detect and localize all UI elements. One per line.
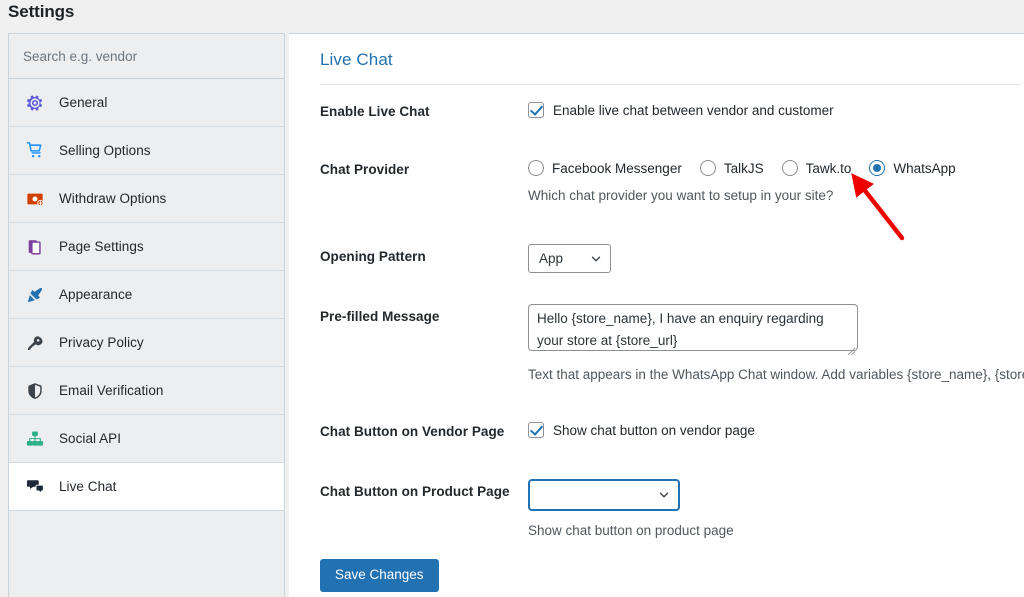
opening-pattern-value: App xyxy=(539,251,564,266)
title-divider xyxy=(320,84,1020,85)
gear-icon xyxy=(25,93,45,113)
prefilled-message-field: Text that appears in the WhatsApp Chat w… xyxy=(528,304,1024,386)
chat-bubbles-icon xyxy=(25,477,45,497)
key-icon xyxy=(25,333,45,353)
sidebar-item-label: Selling Options xyxy=(59,143,151,158)
radio-tawk-to[interactable]: Tawk.to xyxy=(781,160,852,176)
sidebar-item-social-api[interactable]: Social API xyxy=(9,415,284,463)
row-label: Chat Provider xyxy=(320,162,410,177)
radio-whatsapp[interactable]: WhatsApp xyxy=(869,160,956,176)
chat-button-product-select[interactable] xyxy=(528,479,680,511)
section-title: Live Chat xyxy=(320,50,393,69)
chevron-down-icon xyxy=(590,253,602,265)
brush-icon xyxy=(25,285,45,305)
pages-icon xyxy=(25,237,45,257)
chevron-down-icon xyxy=(658,489,670,501)
prefilled-message-textarea-wrap xyxy=(528,304,858,356)
chat-button-vendor-checkbox[interactable] xyxy=(528,422,544,438)
sidebar-item-selling-options[interactable]: Selling Options xyxy=(9,127,284,175)
row-label: Enable Live Chat xyxy=(320,104,430,119)
radio-label: WhatsApp xyxy=(893,160,956,176)
sidebar-item-privacy-policy[interactable]: Privacy Policy xyxy=(9,319,284,367)
opening-pattern-select[interactable]: App xyxy=(528,244,611,273)
settings-main-panel: Live Chat Enable Live Chat Enable live c… xyxy=(289,33,1024,597)
row-label: Opening Pattern xyxy=(320,249,426,264)
radio-talkjs[interactable]: TalkJS xyxy=(699,160,764,176)
enable-live-chat-checkbox-label: Enable live chat between vendor and cust… xyxy=(553,102,834,118)
radio-input[interactable] xyxy=(781,160,798,176)
settings-sidebar: General Selling Options xyxy=(8,33,285,597)
chat-button-vendor-checkbox-label: Show chat button on vendor page xyxy=(553,422,755,438)
radio-input[interactable] xyxy=(528,160,544,176)
prefilled-message-helper: Text that appears in the WhatsApp Chat w… xyxy=(528,367,1024,382)
withdraw-icon xyxy=(25,189,45,209)
sidebar-search[interactable] xyxy=(9,34,284,79)
chat-button-product-helper: Show chat button on product page xyxy=(528,523,734,538)
enable-live-chat-checkbox[interactable] xyxy=(528,102,544,118)
chat-provider-helper: Which chat provider you want to setup in… xyxy=(528,188,834,203)
chat-button-product-field: Show chat button on product page xyxy=(528,479,734,542)
radio-label: Tawk.to xyxy=(805,160,852,176)
sidebar-item-withdraw-options[interactable]: Withdraw Options xyxy=(9,175,284,223)
enable-live-chat-checkbox-wrap[interactable]: Enable live chat between vendor and cust… xyxy=(528,102,834,118)
sidebar-item-label: General xyxy=(59,95,108,110)
shield-icon xyxy=(25,381,45,401)
page-title: Settings xyxy=(8,2,75,21)
sidebar-item-general[interactable]: General xyxy=(9,79,284,127)
sidebar-item-label: Email Verification xyxy=(59,383,164,398)
network-icon xyxy=(25,429,45,449)
sidebar-item-email-verification[interactable]: Email Verification xyxy=(9,367,284,415)
sidebar-item-live-chat[interactable]: Live Chat xyxy=(9,463,284,511)
row-label: Chat Button on Product Page xyxy=(320,484,510,499)
sidebar-item-label: Appearance xyxy=(59,287,133,302)
sidebar-item-page-settings[interactable]: Page Settings xyxy=(9,223,284,271)
radio-input[interactable] xyxy=(699,160,716,176)
search-input[interactable] xyxy=(23,48,263,64)
chat-button-vendor-checkbox-wrap[interactable]: Show chat button on vendor page xyxy=(528,422,755,438)
chat-provider-field: Facebook Messenger TalkJS Tawk.to WhatsA… xyxy=(528,160,956,207)
cart-icon xyxy=(25,141,45,161)
sidebar-item-label: Live Chat xyxy=(59,479,117,494)
prefilled-message-textarea[interactable] xyxy=(528,304,858,351)
sidebar-item-label: Withdraw Options xyxy=(59,191,167,206)
sidebar-item-label: Privacy Policy xyxy=(59,335,144,350)
row-label: Pre-filled Message xyxy=(320,309,440,324)
radio-label: Facebook Messenger xyxy=(552,160,682,176)
radio-input[interactable] xyxy=(869,160,886,176)
sidebar-item-appearance[interactable]: Appearance xyxy=(9,271,284,319)
radio-facebook-messenger[interactable]: Facebook Messenger xyxy=(528,160,682,176)
sidebar-item-label: Social API xyxy=(59,431,122,446)
sidebar-item-label: Page Settings xyxy=(59,239,144,254)
row-label: Chat Button on Vendor Page xyxy=(320,424,505,439)
chat-button-vendor-field: Show chat button on vendor page xyxy=(528,422,755,438)
enable-live-chat-field: Enable live chat between vendor and cust… xyxy=(528,102,834,118)
chat-provider-radio-group: Facebook Messenger TalkJS Tawk.to WhatsA… xyxy=(528,160,956,176)
settings-page: Settings General xyxy=(0,0,1024,597)
radio-label: TalkJS xyxy=(723,160,764,176)
opening-pattern-field: App xyxy=(528,244,611,273)
save-changes-button[interactable]: Save Changes xyxy=(320,559,439,592)
